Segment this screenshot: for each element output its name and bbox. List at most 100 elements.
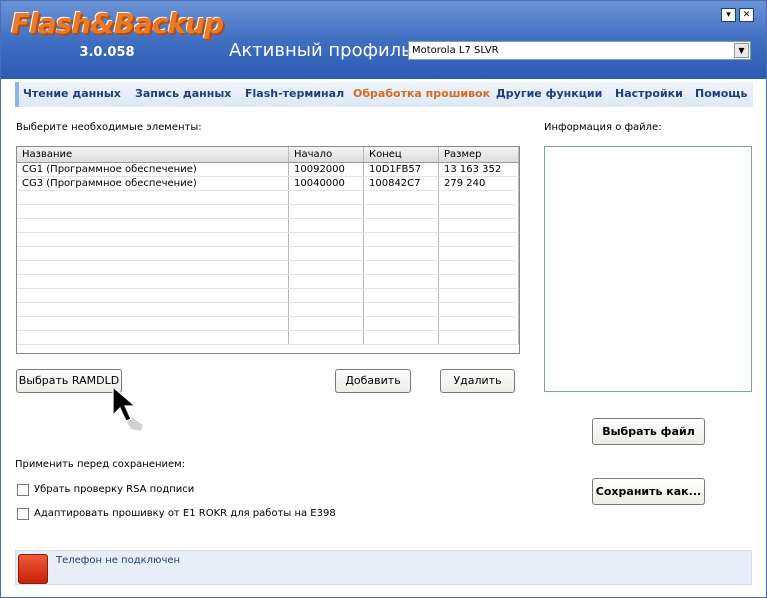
cell-name: CG1 (Программное обеспечение) xyxy=(17,163,289,176)
close-button[interactable]: ✕ xyxy=(739,8,754,22)
file-info-box[interactable] xyxy=(544,146,752,392)
status-bar: Телефон не подключен xyxy=(15,550,752,585)
empty-cell xyxy=(289,261,364,274)
empty-cell xyxy=(289,233,364,246)
empty-cell xyxy=(439,233,519,246)
table-empty-row xyxy=(17,303,519,317)
empty-cell xyxy=(17,191,289,204)
empty-cell xyxy=(17,331,289,344)
table-empty-row xyxy=(17,331,519,345)
empty-cell xyxy=(439,331,519,344)
empty-cell xyxy=(364,303,439,316)
nav-settings[interactable]: Настройки xyxy=(615,87,683,100)
table-empty-row xyxy=(17,233,519,247)
status-indicator-icon xyxy=(18,554,48,584)
empty-cell xyxy=(439,191,519,204)
empty-cell xyxy=(17,303,289,316)
empty-cell xyxy=(289,247,364,260)
table-empty-row xyxy=(17,219,519,233)
active-profile-label: Активный профиль: xyxy=(229,40,418,61)
adapt-firmware-label: Адаптировать прошивку от E1 ROKR для раб… xyxy=(34,508,336,519)
nav-flash-terminal[interactable]: Flash-терминал xyxy=(245,87,344,100)
empty-cell xyxy=(364,233,439,246)
header: Flash&Backup 3.0.058 ▾ ✕ Активный профил… xyxy=(1,1,766,79)
empty-cell xyxy=(364,317,439,330)
empty-cell xyxy=(364,275,439,288)
status-text: Телефон не подключен xyxy=(56,555,181,566)
empty-cell xyxy=(439,205,519,218)
column-header-end[interactable]: Конец xyxy=(364,147,439,162)
empty-cell xyxy=(364,205,439,218)
minimize-button[interactable]: ▾ xyxy=(721,8,736,22)
empty-cell xyxy=(439,289,519,302)
empty-cell xyxy=(17,233,289,246)
app-version: 3.0.058 xyxy=(79,45,135,60)
empty-cell xyxy=(364,289,439,302)
active-profile-select[interactable]: Motorola L7 SLVR ▼ xyxy=(408,41,751,60)
table-empty-row xyxy=(17,275,519,289)
select-file-button[interactable]: Выбрать файл xyxy=(592,418,705,445)
empty-cell xyxy=(17,261,289,274)
empty-cell xyxy=(439,317,519,330)
nav-help[interactable]: Помощь xyxy=(695,87,747,100)
table-row[interactable]: CG1 (Программное обеспечение) 10092000 1… xyxy=(17,163,519,177)
empty-cell xyxy=(439,219,519,232)
empty-cell xyxy=(364,261,439,274)
empty-cell xyxy=(364,331,439,344)
empty-cell xyxy=(17,275,289,288)
table-empty-row xyxy=(17,261,519,275)
empty-cell xyxy=(439,275,519,288)
delete-button[interactable]: Удалить xyxy=(440,369,515,393)
nav-other-functions[interactable]: Другие функции xyxy=(496,87,602,100)
nav-firmware-processing[interactable]: Обработка прошивок xyxy=(353,87,490,100)
table-empty-row xyxy=(17,205,519,219)
column-header-size[interactable]: Размер xyxy=(439,147,519,162)
empty-cell xyxy=(289,191,364,204)
empty-cell xyxy=(17,205,289,218)
table-empty-rows xyxy=(17,191,519,345)
table-empty-row xyxy=(17,289,519,303)
rsa-check-checkbox[interactable] xyxy=(17,484,29,496)
mouse-cursor-icon xyxy=(112,385,143,431)
empty-cell xyxy=(289,331,364,344)
main-nav: Чтение данных Запись данных Flash-термин… xyxy=(15,82,753,107)
column-header-name[interactable]: Название xyxy=(17,147,289,162)
empty-cell xyxy=(17,219,289,232)
empty-cell xyxy=(17,247,289,260)
logo-text: Flash&Backup xyxy=(11,7,224,40)
empty-cell xyxy=(17,317,289,330)
cell-size: 279 240 xyxy=(439,177,519,190)
adapt-firmware-checkbox[interactable] xyxy=(17,508,29,520)
window-controls: ▾ ✕ xyxy=(721,8,754,22)
nav-read-data[interactable]: Чтение данных xyxy=(23,87,121,100)
empty-cell xyxy=(364,191,439,204)
table-header: Название Начало Конец Размер xyxy=(17,147,519,163)
app-window: Flash&Backup 3.0.058 ▾ ✕ Активный профил… xyxy=(0,0,767,598)
chevron-down-icon[interactable]: ▼ xyxy=(734,43,749,58)
nav-write-data[interactable]: Запись данных xyxy=(135,87,231,100)
save-as-button[interactable]: Сохранить как... xyxy=(592,478,705,505)
empty-cell xyxy=(289,317,364,330)
select-elements-label: Выберите необходимые элементы: xyxy=(16,122,202,133)
cell-start: 10040000 xyxy=(289,177,364,190)
table-row[interactable]: CG3 (Программное обеспечение) 10040000 1… xyxy=(17,177,519,191)
cell-end: 100842C7 xyxy=(364,177,439,190)
add-button[interactable]: Добавить xyxy=(335,369,411,393)
select-ramdld-button[interactable]: Выбрать RAMDLD xyxy=(16,369,122,393)
empty-cell xyxy=(17,289,289,302)
empty-cell xyxy=(289,289,364,302)
table-empty-row xyxy=(17,317,519,331)
file-info-label: Информация о файле: xyxy=(544,122,662,133)
empty-cell xyxy=(289,205,364,218)
rsa-check-label: Убрать проверку RSA подписи xyxy=(34,484,195,495)
empty-cell xyxy=(439,247,519,260)
column-header-start[interactable]: Начало xyxy=(289,147,364,162)
cell-size: 13 163 352 xyxy=(439,163,519,176)
empty-cell xyxy=(364,247,439,260)
empty-cell xyxy=(289,219,364,232)
table-empty-row xyxy=(17,191,519,205)
empty-cell xyxy=(289,275,364,288)
elements-table: Название Начало Конец Размер CG1 (Програ… xyxy=(16,146,520,354)
cell-name: CG3 (Программное обеспечение) xyxy=(17,177,289,190)
empty-cell xyxy=(289,303,364,316)
